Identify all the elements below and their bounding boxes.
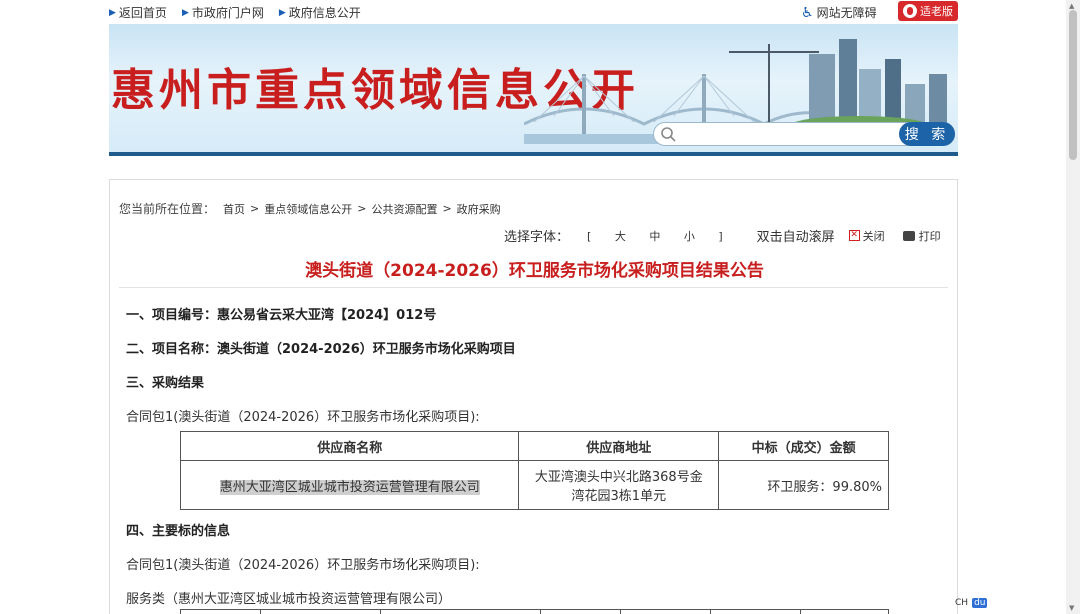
column-header: 供应商地址 xyxy=(518,431,720,461)
table-row: 惠州大亚湾区城业城市投资运营管理有限公司 大亚湾澳头中兴北路368号金湾花园3栋… xyxy=(179,460,889,510)
close-icon: ✕ xyxy=(848,230,860,241)
scroll-up-icon[interactable]: ▲ xyxy=(1069,2,1074,10)
column-header: 中标（成交）金额 xyxy=(718,431,889,461)
arrow-right-icon: ▶ xyxy=(181,7,189,18)
section-heading: 三、采购结果 xyxy=(126,376,205,391)
arrow-right-icon: ▶ xyxy=(278,7,286,18)
breadcrumb-key-areas[interactable]: 重点领域信息公开 xyxy=(264,201,352,217)
breadcrumb-public-resources[interactable]: 公共资源配置 xyxy=(371,201,437,217)
font-size-selector: [ 大 中 小 ] xyxy=(587,229,723,243)
print-button[interactable]: 打印 xyxy=(902,228,941,244)
breadcrumb-procurement[interactable]: 政府采购 xyxy=(457,201,501,217)
column-header: 供应商名称 xyxy=(179,431,520,461)
font-size-medium[interactable]: 中 xyxy=(649,230,660,243)
font-size-large[interactable]: 大 xyxy=(615,230,626,243)
service-category-text: 服务类（惠州大亚湾区城业城市投资运营管理有限公司） xyxy=(126,592,452,607)
breadcrumb: 您当前所在位置： 首页 > 重点领域信息公开 > 公共资源配置 > 政府采购 xyxy=(119,201,501,217)
page-scrollbar[interactable]: ▲ ▼ xyxy=(1066,0,1080,614)
city-skyline-illustration xyxy=(729,39,947,134)
top-nav: ▶ 返回首页 ▶ 市政府门户网 ▶ 政府信息公开 xyxy=(109,4,361,21)
project-number: 一、项目编号：惠公易省云采大亚湾【2024】012号 xyxy=(126,308,437,323)
scrollbar-thumb[interactable] xyxy=(1069,10,1077,160)
ime-indicator: CH du xyxy=(955,598,988,608)
wheelchair-icon: ♿ xyxy=(801,4,814,21)
nav-info-link[interactable]: ▶ 政府信息公开 xyxy=(279,4,361,21)
project-name: 二、项目名称：澳头街道（2024-2026）环卫服务市场化采购项目 xyxy=(126,342,516,357)
close-button[interactable]: ✕ 关闭 xyxy=(848,228,885,244)
amount-cell: 环卫服务：99.80% xyxy=(718,460,889,510)
scroll-down-icon[interactable]: ▼ xyxy=(1069,604,1074,612)
arrow-right-icon: ▶ xyxy=(109,7,116,18)
result-table: 供应商名称 供应商地址 中标（成交）金额 惠州大亚湾区城业城市投资运营管理有限公… xyxy=(179,431,889,510)
article-title: 澳头街道（2024-2026）环卫服务市场化采购项目结果公告 xyxy=(305,261,764,281)
article-panel: 您当前所在位置： 首页 > 重点领域信息公开 > 公共资源配置 > 政府采购 选… xyxy=(109,179,958,614)
divider xyxy=(119,287,948,288)
elder-mode-button[interactable]: 适老版 xyxy=(898,1,958,21)
contract-package-text: 合同包1(澳头街道（2024-2026）环卫服务市场化采购项目): xyxy=(126,410,480,425)
banner: 惠州市重点领域信息公开 搜 索 xyxy=(109,24,958,156)
top-bar: ▶ 返回首页 ▶ 市政府门户网 ▶ 政府信息公开 ♿ 网站无障碍 适老版 xyxy=(109,0,958,24)
accessibility-link[interactable]: ♿ 网站无障碍 xyxy=(801,4,877,21)
supplier-name-cell: 惠州大亚湾区城业城市投资运营管理有限公司 xyxy=(179,460,520,510)
printer-icon xyxy=(902,230,915,241)
ime-brand-icon: du xyxy=(972,598,988,608)
item-table xyxy=(180,609,889,614)
nav-home-link[interactable]: ▶ 返回首页 xyxy=(109,4,167,21)
supplier-address-cell: 大亚湾澳头中兴北路368号金湾花园3栋1单元 xyxy=(518,460,720,510)
nav-portal-link[interactable]: ▶ 市政府门户网 xyxy=(182,4,264,21)
elder-icon xyxy=(903,4,917,18)
autoscroll-toggle[interactable]: 双击自动滚屏 xyxy=(757,226,835,245)
search-input[interactable] xyxy=(680,125,880,143)
section-heading: 四、主要标的信息 xyxy=(126,524,231,539)
font-size-small[interactable]: 小 xyxy=(684,230,695,243)
table-row xyxy=(180,609,889,614)
contract-package-text: 合同包1(澳头街道（2024-2026）环卫服务市场化采购项目): xyxy=(126,558,480,573)
search-button[interactable]: 搜 索 xyxy=(899,122,955,146)
search-icon xyxy=(661,127,676,142)
search-bar: 搜 索 xyxy=(653,122,955,146)
table-header-row: 供应商名称 供应商地址 中标（成交）金额 xyxy=(179,431,889,461)
article-tools: 选择字体： [ 大 中 小 ] 双击自动滚屏 ✕ 关闭 打印 xyxy=(504,226,941,246)
breadcrumb-home[interactable]: 首页 xyxy=(223,201,245,217)
